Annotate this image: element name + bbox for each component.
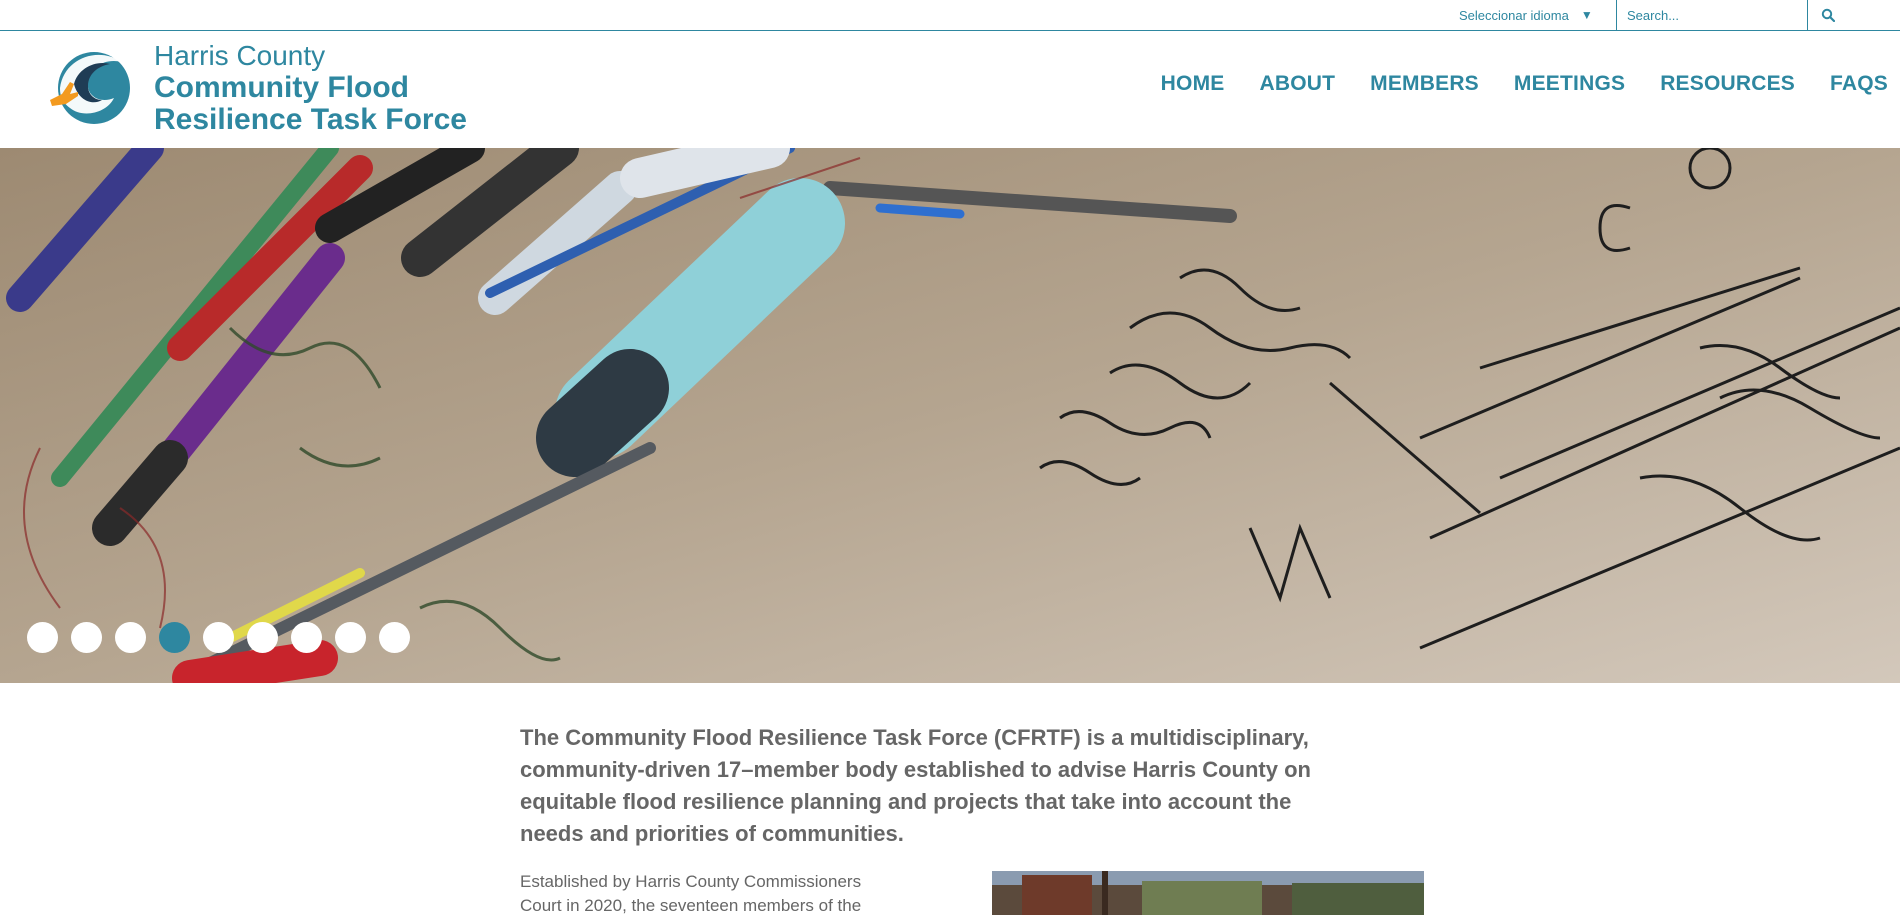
site-logo[interactable] xyxy=(48,48,132,130)
hero-slider[interactable] xyxy=(0,148,1900,683)
language-selector-label: Seleccionar idioma xyxy=(1459,7,1569,23)
intro-lead-text: The Community Flood Resilience Task Forc… xyxy=(520,725,1311,846)
nav-item-resources[interactable]: RESOURCES xyxy=(1660,72,1795,98)
site-title-line-2: Community Flood xyxy=(154,71,409,104)
nav-item-members[interactable]: MEMBERS xyxy=(1370,72,1479,98)
nav-item-home[interactable]: HOME xyxy=(1161,72,1225,98)
top-utility-bar: Seleccionar idioma ▼ xyxy=(0,0,1900,31)
nav-item-about[interactable]: ABOUT xyxy=(1259,72,1335,98)
language-selector[interactable]: Seleccionar idioma ▼ xyxy=(1450,0,1616,30)
site-title-line-1: Harris County xyxy=(154,40,326,71)
search-input[interactable] xyxy=(1617,0,1807,30)
chevron-down-icon: ▼ xyxy=(1580,8,1593,22)
slider-dot[interactable] xyxy=(379,622,410,653)
site-title-line-3: Resilience Task Force xyxy=(154,103,467,136)
slider-pagination xyxy=(27,622,423,653)
intro-photo xyxy=(992,871,1424,915)
site-title[interactable]: Harris County Community Flood Resilience… xyxy=(154,40,467,136)
search-box xyxy=(1616,0,1808,30)
garden-photo xyxy=(992,871,1424,915)
nav-item-meetings[interactable]: MEETINGS xyxy=(1514,72,1625,98)
main-nav: HOME ABOUT MEMBERS MEETINGS RESOURCES FA… xyxy=(1126,72,1888,98)
slider-dot[interactable] xyxy=(335,622,366,653)
slider-dot[interactable] xyxy=(247,622,278,653)
hero-image xyxy=(0,148,1900,683)
slider-dot-active[interactable] xyxy=(159,622,190,653)
nav-item-faqs[interactable]: FAQS xyxy=(1830,72,1888,98)
slider-dot[interactable] xyxy=(115,622,146,653)
slider-dot[interactable] xyxy=(291,622,322,653)
slider-dot[interactable] xyxy=(203,622,234,653)
search-button[interactable] xyxy=(1808,0,1848,30)
intro-body-text: Established by Harris County Commissione… xyxy=(520,872,862,915)
wave-hand-logo-icon xyxy=(50,52,130,124)
slider-dot[interactable] xyxy=(71,622,102,653)
search-icon xyxy=(1821,8,1835,22)
slider-dot[interactable] xyxy=(27,622,58,653)
